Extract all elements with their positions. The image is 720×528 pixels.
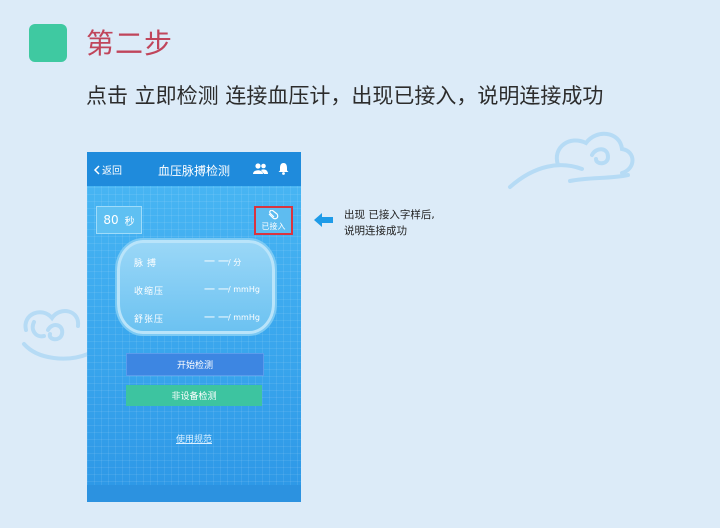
timer-unit: 秒 <box>124 216 135 228</box>
readings-panel: 脉搏 一一 / 分 收缩压 一一 / mmHg 舒张压 一一 / mmHg <box>117 240 275 334</box>
instruction-text: 点击 立即检测 连接血压计，出现已接入，说明连接成功 <box>86 84 604 108</box>
cloud-decoration-icon <box>508 132 635 189</box>
reading-unit: / 分 <box>228 258 242 267</box>
callout-line-1: 出现 已接入字样后, <box>344 209 435 221</box>
callout-line-2: 说明连接成功 <box>344 225 407 237</box>
connection-label: 已接入 <box>261 222 286 231</box>
start-detection-button[interactable]: 开始检测 <box>126 353 264 376</box>
reading-label: 收缩压 <box>134 287 165 297</box>
timer-value: 80 <box>103 213 119 227</box>
bell-icon[interactable] <box>278 162 289 175</box>
arrow-left-icon <box>314 213 333 227</box>
reading-unit: / mmHg <box>228 313 260 322</box>
paperclip-icon <box>268 210 279 220</box>
reading-label: 舒张压 <box>134 315 165 325</box>
phone-bottom-bar <box>87 485 301 502</box>
countdown-timer: 80 秒 <box>96 206 142 234</box>
reading-pulse: 脉搏 一一 / 分 <box>120 253 272 269</box>
connection-status-badge: 已接入 <box>254 206 293 235</box>
people-icon[interactable] <box>253 163 268 174</box>
reading-diastolic: 舒张压 一一 / mmHg <box>120 309 272 325</box>
app-header: 返回 血压脉搏检测 <box>87 152 301 186</box>
callout-note: 出现 已接入字样后, 说明连接成功 <box>344 207 435 239</box>
step-title: 第二步 <box>86 27 174 60</box>
step-badge <box>29 24 67 62</box>
phone-screenshot: 返回 血压脉搏检测 80 秒 已接入 脉搏 一一 / 分 收缩压 一一 / mm… <box>87 152 301 502</box>
usage-guide-link-row: 使用规范 <box>87 432 301 445</box>
reading-unit: / mmHg <box>228 285 260 294</box>
non-device-detection-button[interactable]: 非设备检测 <box>126 385 262 406</box>
reading-systolic: 收缩压 一一 / mmHg <box>120 281 272 297</box>
reading-label: 脉搏 <box>134 259 161 269</box>
app-title: 血压脉搏检测 <box>157 164 230 178</box>
usage-guide-link[interactable]: 使用规范 <box>176 435 212 445</box>
